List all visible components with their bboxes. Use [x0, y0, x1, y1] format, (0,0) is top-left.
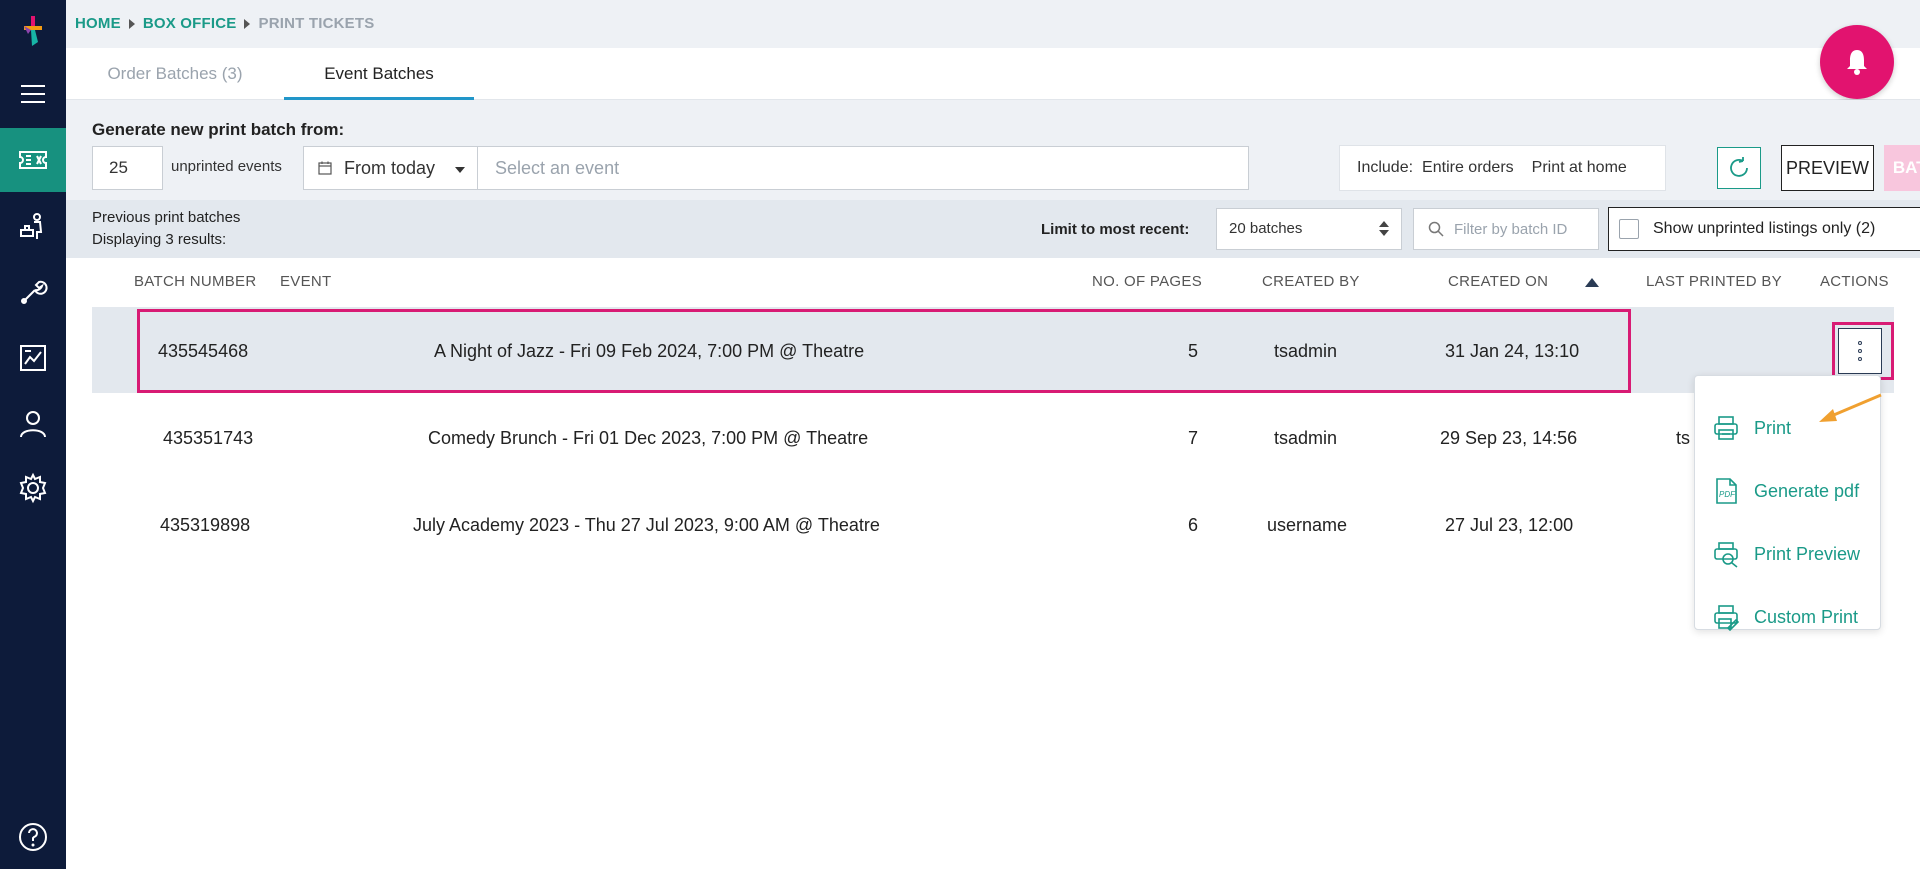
col-last-printed-by[interactable]: LAST PRINTED BY — [1646, 273, 1782, 290]
kebab-dot — [1858, 349, 1862, 353]
event-name: July Academy 2023 - Thu 27 Jul 2023, 9:0… — [413, 515, 880, 535]
reports-icon[interactable] — [0, 326, 66, 390]
menu-item-custom-print[interactable]: Custom Print — [1712, 597, 1858, 637]
breadcrumb: HOME BOX OFFICE PRINT TICKETS — [75, 15, 374, 32]
sidebar — [0, 0, 66, 869]
preview-button[interactable]: PREVIEW — [1781, 145, 1874, 191]
row-highlight-frame — [137, 309, 1631, 393]
chevron-right-icon — [244, 18, 251, 29]
help-icon[interactable] — [0, 805, 66, 869]
printer-icon — [1714, 416, 1738, 440]
created-on: 29 Sep 23, 14:56 — [1440, 428, 1578, 448]
col-created-by[interactable]: CREATED BY — [1262, 273, 1360, 290]
created-by: tsadmin — [1274, 428, 1338, 448]
tools-icon[interactable] — [0, 260, 66, 324]
menu-item-label: Generate pdf — [1754, 480, 1860, 501]
tab-order-batches[interactable]: Order Batches (3) — [100, 48, 250, 100]
limit-label: Limit to most recent: — [1041, 221, 1190, 238]
menu-item-label: Print — [1754, 417, 1792, 438]
event-name: Comedy Brunch - Fri 01 Dec 2023, 7:00 PM… — [428, 428, 869, 448]
include-options: Include: Entire orders Print at home — [1339, 145, 1666, 191]
tickets-icon[interactable] — [0, 128, 66, 192]
table-row[interactable]: 435319898 July Academy 2023 - Thu 27 Jul… — [92, 481, 1894, 567]
menu-item-label: Print Preview — [1754, 543, 1861, 564]
settings-icon[interactable] — [0, 456, 66, 520]
user-icon[interactable] — [0, 392, 66, 456]
unprinted-checkbox[interactable] — [1619, 219, 1639, 239]
batch-button[interactable]: BATCH — [1884, 145, 1920, 191]
chevron-right-icon — [128, 18, 135, 29]
last-printed-by: ts — [1676, 428, 1691, 448]
sort-updown-icon — [1379, 221, 1389, 236]
menu-item-print[interactable]: Print — [1712, 408, 1791, 448]
col-batch-number[interactable]: BATCH NUMBER — [134, 273, 257, 290]
filter-placeholder: Filter by batch ID — [1454, 220, 1568, 238]
previous-batches-title: Previous print batches — [92, 209, 241, 226]
limit-value: 20 batches — [1229, 220, 1303, 237]
refresh-icon — [1730, 157, 1748, 177]
caret-down-icon — [455, 167, 465, 173]
breadcrumb-box-office[interactable]: BOX OFFICE — [143, 15, 237, 32]
batch-number: 435351743 — [163, 428, 254, 448]
search-icon — [1428, 221, 1444, 237]
app-logo[interactable] — [18, 14, 48, 48]
breadcrumb-home[interactable]: HOME — [75, 15, 121, 32]
page-count: 6 — [1188, 515, 1199, 535]
print-preview-icon — [1714, 542, 1738, 568]
col-event[interactable]: EVENT — [280, 273, 332, 290]
results-count: Displaying 3 results: — [92, 231, 227, 248]
kebab-dot — [1858, 357, 1862, 361]
table-row[interactable]: 435351743 Comedy Brunch - Fri 01 Dec 202… — [92, 394, 1894, 480]
kebab-dot — [1858, 341, 1862, 345]
menu-item-generate-pdf[interactable]: PDF Generate pdf — [1712, 471, 1859, 511]
menu-icon[interactable] — [0, 62, 66, 126]
col-actions: ACTIONS — [1820, 273, 1889, 290]
annotation-arrow-icon — [1819, 393, 1882, 422]
event-select-input[interactable]: Select an event — [478, 146, 1249, 190]
page-count: 7 — [1188, 428, 1199, 448]
include-label: Include: — [1357, 159, 1414, 176]
menu-item-label: Custom Print — [1754, 606, 1859, 627]
refresh-button[interactable] — [1717, 147, 1761, 189]
batch-number: 435319898 — [160, 515, 251, 535]
breadcrumb-current: PRINT TICKETS — [258, 15, 375, 32]
row-actions-button[interactable] — [1838, 328, 1882, 374]
generate-title: Generate new print batch from: — [92, 120, 345, 139]
bell-icon — [1847, 50, 1867, 75]
count-label: unprinted events — [171, 158, 282, 175]
pdf-icon: PDF — [1716, 478, 1737, 504]
unprinted-toggle-label: Show unprinted listings only (2) — [1653, 220, 1876, 237]
generate-section: Generate new print batch from: 25 unprin… — [66, 100, 1920, 200]
calendar-icon — [318, 161, 332, 175]
batch-filter-input[interactable]: Filter by batch ID — [1413, 208, 1599, 250]
sort-ascending-icon[interactable] — [1585, 278, 1599, 287]
notifications-button[interactable] — [1820, 25, 1894, 99]
unprinted-only-toggle[interactable]: Show unprinted listings only (2) — [1608, 207, 1920, 251]
col-pages[interactable]: NO. OF PAGES — [1092, 273, 1202, 290]
created-by: username — [1267, 515, 1348, 535]
event-count-input[interactable]: 25 — [92, 146, 163, 190]
tab-event-batches[interactable]: Event Batches — [284, 48, 474, 100]
custom-print-icon — [1714, 605, 1740, 631]
created-on: 27 Jul 23, 12:00 — [1445, 515, 1574, 535]
include-print-at-home[interactable]: Print at home — [1532, 159, 1627, 177]
limit-select[interactable]: 20 batches — [1216, 208, 1402, 250]
date-filter-select[interactable]: From today — [303, 146, 478, 190]
menu-item-print-preview[interactable]: Print Preview — [1712, 534, 1860, 574]
date-filter-value: From today — [344, 157, 436, 178]
previous-batches-bar: Previous print batches Displaying 3 resu… — [66, 200, 1920, 258]
col-created-on[interactable]: CREATED ON — [1448, 273, 1548, 290]
svg-text:PDF: PDF — [1719, 490, 1736, 499]
tab-bar: Order Batches (3) Event Batches — [66, 48, 1920, 100]
include-entire-orders[interactable]: Entire orders — [1422, 159, 1514, 177]
customer-service-icon[interactable] — [0, 194, 66, 258]
